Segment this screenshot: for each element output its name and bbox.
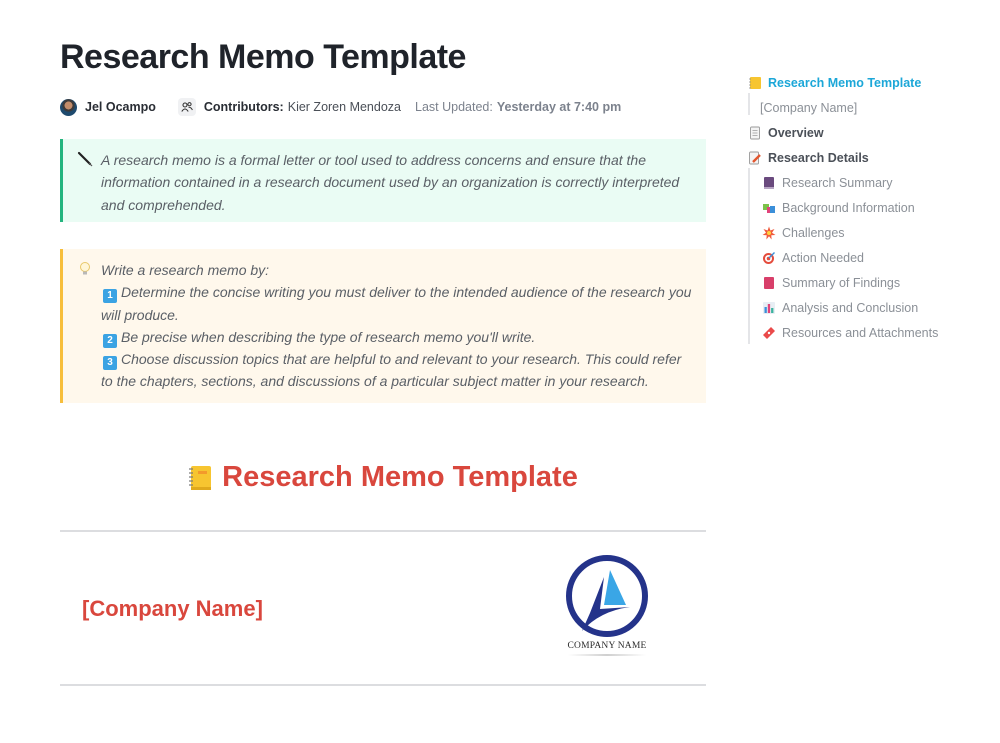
feather-pen-icon (77, 151, 93, 167)
instruction-step: 3 Choose discussion topics that are helpf… (101, 348, 692, 393)
toc-item-research-summary[interactable]: Research Summary (748, 170, 978, 195)
toc-item-research-memo-template[interactable]: Research Memo Template (748, 70, 978, 95)
bar-chart-icon (762, 301, 776, 315)
toc-item-background-information[interactable]: Background Information (748, 195, 978, 220)
toc-label: [Company Name] (760, 100, 858, 115)
toc-label: Action Needed (782, 250, 865, 265)
definition-callout: A research memo is a formal letter or to… (60, 139, 706, 222)
toc-label: Resources and Attachments (782, 325, 939, 340)
page-meta: Jel Ocampo Contributors: Kier Zoren Mend… (60, 96, 621, 118)
target-icon (762, 251, 776, 265)
divider (60, 530, 706, 532)
last-updated-label: Last Updated: (415, 100, 493, 114)
author-avatar[interactable] (60, 98, 77, 116)
definition-text: A research memo is a formal letter or to… (101, 152, 680, 213)
contributor-name[interactable]: Kier Zoren Mendoza (288, 100, 401, 114)
instruction-step-text: Determine the concise writing you must d… (101, 284, 692, 323)
toc-label: Challenges (782, 225, 845, 240)
last-updated-value: Yesterday at 7:40 pm (496, 100, 622, 114)
toc-item-summary-of-findings[interactable]: Summary of Findings (748, 270, 978, 295)
divider (60, 684, 706, 686)
red-book-icon (762, 276, 776, 290)
toc-label: Overview (768, 125, 824, 140)
books-icon (762, 201, 776, 215)
toc-label: Research Details (768, 150, 869, 165)
logo-mark-icon (566, 555, 648, 637)
instructions-callout: Write a research memo by: 1 Determine the… (60, 249, 706, 403)
toc-label: Research Memo Template (768, 75, 922, 90)
keycap-3-icon: 3 (103, 356, 117, 371)
book-icon (762, 176, 776, 190)
contributors-label: Contributors: (203, 100, 284, 114)
memo-pencil-icon (748, 151, 762, 165)
author-name[interactable]: Jel Ocampo (85, 100, 156, 114)
section-heading-text: Research Memo Template (222, 461, 578, 493)
light-bulb-icon (77, 261, 93, 277)
collision-icon (762, 226, 776, 240)
toc-item-action-needed[interactable]: Action Needed (748, 245, 978, 270)
company-logo: COMPANY NAME (560, 553, 654, 657)
section-heading: Research Memo Template (60, 461, 706, 494)
contributors-icon[interactable] (177, 98, 196, 116)
toc-label: Research Summary (782, 175, 893, 190)
instruction-step: 1 Determine the concise writing you must … (101, 281, 692, 326)
table-of-contents: Research Memo Template [Company Name] Ov… (748, 70, 978, 345)
toc-label: Summary of Findings (782, 275, 901, 290)
keycap-2-icon: 2 (103, 333, 117, 348)
logo-text: COMPANY NAME (567, 641, 647, 651)
instruction-step-text: Be precise when describing the type of r… (121, 328, 536, 345)
instructions-intro: Write a research memo by: (101, 262, 270, 278)
toc-item-company-name[interactable]: [Company Name] (748, 95, 978, 120)
toc-label: Background Information (782, 200, 915, 215)
toc-item-overview[interactable]: Overview (748, 120, 978, 145)
toc-item-research-details[interactable]: Research Details (748, 145, 978, 170)
page-title: Research Memo Template (60, 38, 466, 76)
company-name-placeholder: [Company Name] (82, 596, 263, 621)
instruction-step-text: Choose discussion topics that are helpfu… (101, 351, 682, 390)
instruction-step: 2 Be precise when describing the type of … (101, 326, 692, 348)
ticket-icon (762, 326, 776, 340)
logo-shadow (568, 654, 646, 656)
toc-item-challenges[interactable]: Challenges (748, 220, 978, 245)
toc-item-resources-and-attachments[interactable]: Resources and Attachments (748, 320, 978, 345)
notebook-icon (748, 76, 762, 90)
toc-item-analysis-and-conclusion[interactable]: Analysis and Conclusion (748, 295, 978, 320)
page-icon (748, 126, 762, 140)
toc-label: Analysis and Conclusion (782, 300, 919, 315)
keycap-1-icon: 1 (103, 289, 117, 304)
notebook-icon (188, 464, 212, 492)
